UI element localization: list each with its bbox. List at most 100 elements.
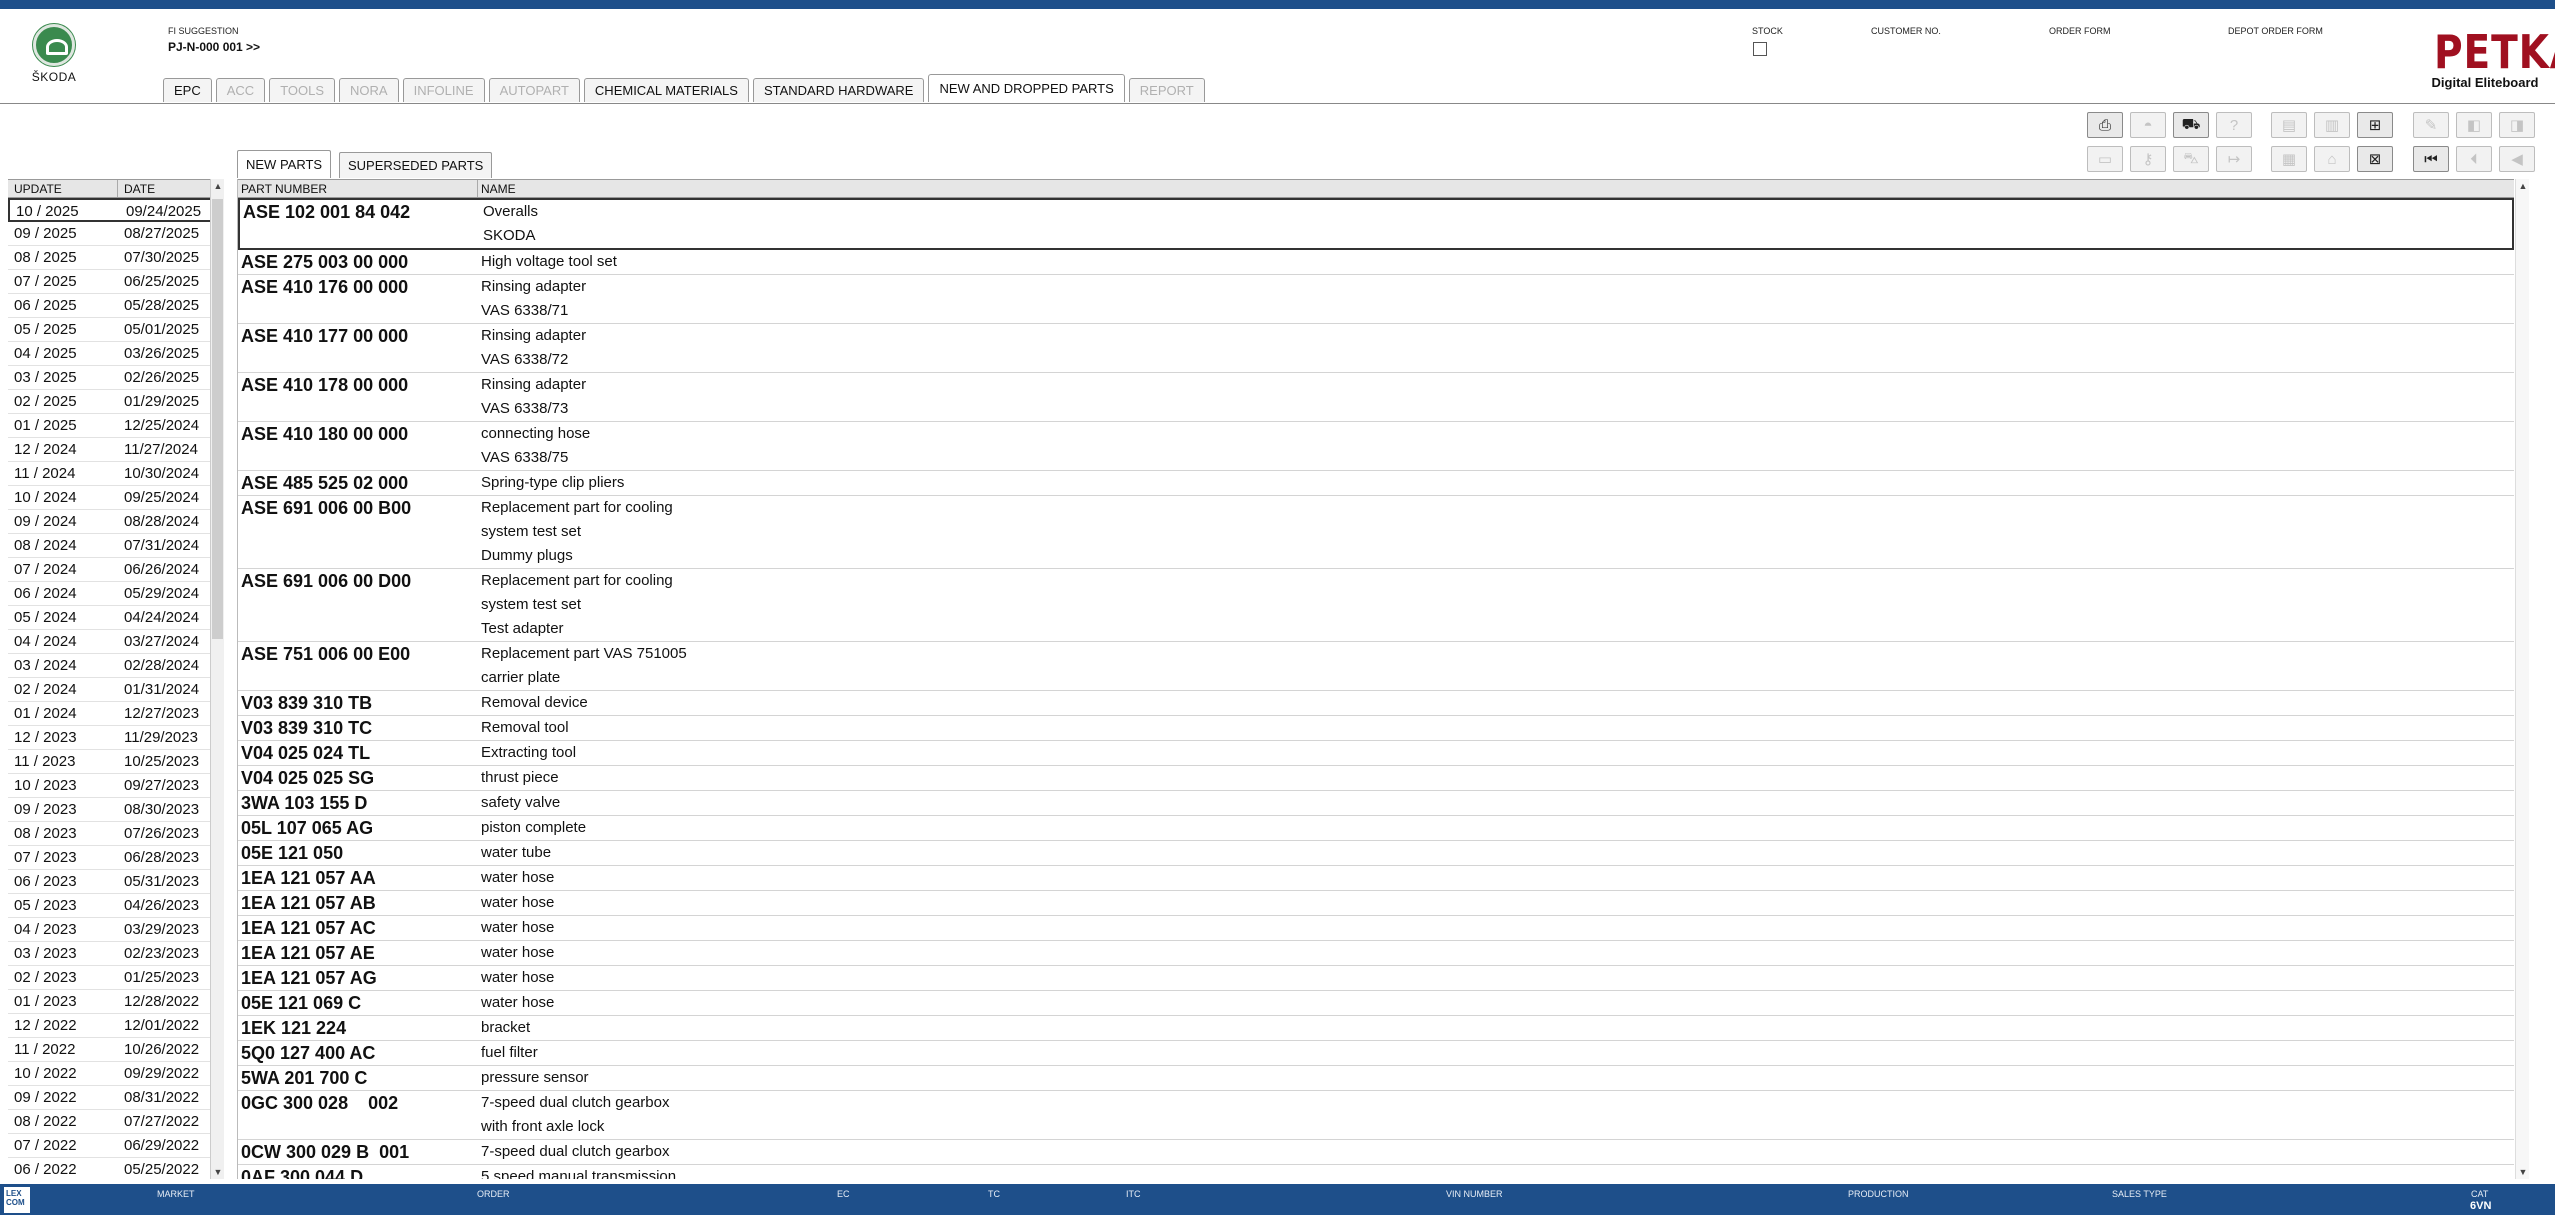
car-icon[interactable]: ⛟ [2173, 112, 2209, 138]
print-icon[interactable]: ⎙ [2087, 112, 2123, 138]
part-row[interactable]: ASE 410 180 00 000 connecting hose VAS 633… [238, 422, 2514, 471]
update-row[interactable]: 01 / 2023 12/28/2022 [8, 990, 224, 1014]
update-row[interactable]: 06 / 2025 05/28/2025 [8, 294, 224, 318]
part-row[interactable]: 0CW 300 029 B 001 7-speed dual clutch gea… [238, 1140, 2514, 1165]
tab-epc[interactable]: EPC [163, 78, 212, 102]
update-row[interactable]: 04 / 2024 03/27/2024 [8, 630, 224, 654]
update-row[interactable]: 07 / 2023 06/28/2023 [8, 846, 224, 870]
helmet-icon[interactable]: ◓ [2130, 112, 2166, 138]
update-row[interactable]: 11 / 2023 10/25/2023 [8, 750, 224, 774]
part-row[interactable]: ASE 410 178 00 000 Rinsing adapter VAS 633… [238, 373, 2514, 422]
pin-icon[interactable]: ✎ [2413, 112, 2449, 138]
col-part-number-header[interactable]: PART NUMBER [238, 180, 478, 197]
part-row[interactable]: 5Q0 127 400 AC fuel filter [238, 1041, 2514, 1066]
update-row[interactable]: 07 / 2024 06/26/2024 [8, 558, 224, 582]
card-icon[interactable]: ▭ [2087, 146, 2123, 172]
update-row[interactable]: 03 / 2025 02/26/2025 [8, 366, 224, 390]
update-row[interactable]: 03 / 2023 02/23/2023 [8, 942, 224, 966]
update-row[interactable]: 08 / 2025 07/30/2025 [8, 246, 224, 270]
part-row[interactable]: 3WA 103 155 D safety valve [238, 791, 2514, 816]
part-row[interactable]: ASE 275 003 00 000 High voltage tool set [238, 250, 2514, 275]
part-row[interactable]: 1EA 121 057 AG water hose [238, 966, 2514, 991]
update-row[interactable]: 09 / 2025 08/27/2025 [8, 222, 224, 246]
scroll-thumb[interactable] [212, 199, 223, 639]
tab-new-and-dropped-parts[interactable]: NEW AND DROPPED PARTS [928, 74, 1125, 102]
book-fwd-icon[interactable]: ◨ [2499, 112, 2535, 138]
part-row[interactable]: ASE 410 177 00 000 Rinsing adapter VAS 633… [238, 324, 2514, 373]
tab-new-parts[interactable]: NEW PARTS [237, 150, 332, 178]
update-row[interactable]: 05 / 2023 04/26/2023 [8, 894, 224, 918]
doc-icon[interactable]: ▤ [2271, 112, 2307, 138]
part-row[interactable]: 5WA 201 700 C pressure sensor [238, 1066, 2514, 1091]
update-row[interactable]: 05 / 2025 05/01/2025 [8, 318, 224, 342]
col-update-header[interactable]: UPDATE [8, 180, 118, 197]
update-list-scrollbar[interactable]: ▲ ▼ [210, 179, 224, 1179]
update-row[interactable]: 12 / 2023 11/29/2023 [8, 726, 224, 750]
key-icon[interactable]: ⚷ [2130, 146, 2166, 172]
update-row[interactable]: 02 / 2025 01/29/2025 [8, 390, 224, 414]
part-row[interactable]: 05E 121 069 C water hose [238, 991, 2514, 1016]
doc2-icon[interactable]: ▥ [2314, 112, 2350, 138]
help-icon[interactable]: ? [2216, 112, 2252, 138]
first-icon[interactable]: ⏮ [2413, 146, 2449, 172]
part-row[interactable]: ASE 691 006 00 B00 Replacement part for c… [238, 496, 2514, 569]
update-row[interactable]: 12 / 2022 12/01/2022 [8, 1014, 224, 1038]
update-row[interactable]: 01 / 2024 12/27/2023 [8, 702, 224, 726]
update-row[interactable]: 06 / 2023 05/31/2023 [8, 870, 224, 894]
update-row[interactable]: 11 / 2024 10/30/2024 [8, 462, 224, 486]
part-row[interactable]: V04 025 024 TL Extracting tool [238, 741, 2514, 766]
parts-table-scrollbar[interactable]: ▲ ▼ [2515, 179, 2529, 1179]
update-row[interactable]: 10 / 2024 09/25/2024 [8, 486, 224, 510]
part-row[interactable]: ASE 102 001 84 042 Overalls SKODA [238, 198, 2514, 250]
basket-icon[interactable]: ⌂ [2314, 146, 2350, 172]
col-date-header[interactable]: DATE [118, 180, 155, 197]
update-row[interactable]: 10 / 2025 09/24/2025 [8, 198, 224, 222]
update-row[interactable]: 04 / 2023 03/29/2023 [8, 918, 224, 942]
update-row[interactable]: 03 / 2024 02/28/2024 [8, 654, 224, 678]
book-back-icon[interactable]: ◧ [2456, 112, 2492, 138]
part-row[interactable]: 1EA 121 057 AB water hose [238, 891, 2514, 916]
tab-chemical-materials[interactable]: CHEMICAL MATERIALS [583, 78, 749, 102]
part-row[interactable]: 1EA 121 057 AC water hose [238, 916, 2514, 941]
arrow-icon[interactable]: ↦ [2216, 146, 2252, 172]
update-row[interactable]: 11 / 2022 10/26/2022 [8, 1038, 224, 1062]
part-row[interactable]: 1EA 121 057 AA water hose [238, 866, 2514, 891]
part-row[interactable]: V03 839 310 TB Removal device [238, 691, 2514, 716]
col-name-header[interactable]: NAME [478, 180, 516, 197]
tab-standard-hardware[interactable]: STANDARD HARDWARE [752, 78, 925, 102]
tab-superseded-parts[interactable]: SUPERSEDED PARTS [339, 152, 493, 178]
update-row[interactable]: 08 / 2023 07/26/2023 [8, 822, 224, 846]
update-row[interactable]: 06 / 2022 05/25/2022 [8, 1158, 224, 1179]
update-row[interactable]: 12 / 2024 11/27/2024 [8, 438, 224, 462]
fi-suggestion-link[interactable]: PJ-N-000 001 >> [168, 40, 260, 54]
update-row[interactable]: 09 / 2022 08/31/2022 [8, 1086, 224, 1110]
prev-icon[interactable]: ◀ [2499, 146, 2535, 172]
part-row[interactable]: 1EA 121 057 AE water hose [238, 941, 2514, 966]
scroll-down-icon[interactable]: ▼ [211, 1167, 225, 1177]
scroll-up-icon[interactable]: ▲ [211, 181, 225, 191]
update-row[interactable]: 08 / 2024 07/31/2024 [8, 534, 224, 558]
update-row[interactable]: 05 / 2024 04/24/2024 [8, 606, 224, 630]
part-row[interactable]: 05E 121 050 water tube [238, 841, 2514, 866]
vehicle-icon[interactable]: ⛍ [2173, 146, 2209, 172]
scroll-down-icon[interactable]: ▼ [2516, 1167, 2530, 1177]
part-row[interactable]: ASE 751 006 00 E00 Replacement part VAS 7… [238, 642, 2514, 691]
part-row[interactable]: 0AF 300 044 D 5 speed manual transmission [238, 1165, 2514, 1179]
part-row[interactable]: V04 025 025 SG thrust piece [238, 766, 2514, 791]
stack-icon[interactable]: ▦ [2271, 146, 2307, 172]
prev-page-icon[interactable]: ⏴ [2456, 146, 2492, 172]
cart-icon[interactable]: ⊞ [2357, 112, 2393, 138]
cart2-icon[interactable]: ⊠ [2357, 146, 2393, 172]
stock-checkbox[interactable] [1753, 42, 1767, 56]
part-row[interactable]: 05L 107 065 AG piston complete [238, 816, 2514, 841]
update-row[interactable]: 06 / 2024 05/29/2024 [8, 582, 224, 606]
update-row[interactable]: 01 / 2025 12/25/2024 [8, 414, 224, 438]
part-row[interactable]: ASE 410 176 00 000 Rinsing adapter VAS 633… [238, 275, 2514, 324]
update-row[interactable]: 09 / 2024 08/28/2024 [8, 510, 224, 534]
update-row[interactable]: 07 / 2022 06/29/2022 [8, 1134, 224, 1158]
part-row[interactable]: ASE 691 006 00 D00 Replacement part for c… [238, 569, 2514, 642]
part-row[interactable]: V03 839 310 TC Removal tool [238, 716, 2514, 741]
update-row[interactable]: 10 / 2023 09/27/2023 [8, 774, 224, 798]
update-row[interactable]: 02 / 2023 01/25/2023 [8, 966, 224, 990]
update-row[interactable]: 02 / 2024 01/31/2024 [8, 678, 224, 702]
